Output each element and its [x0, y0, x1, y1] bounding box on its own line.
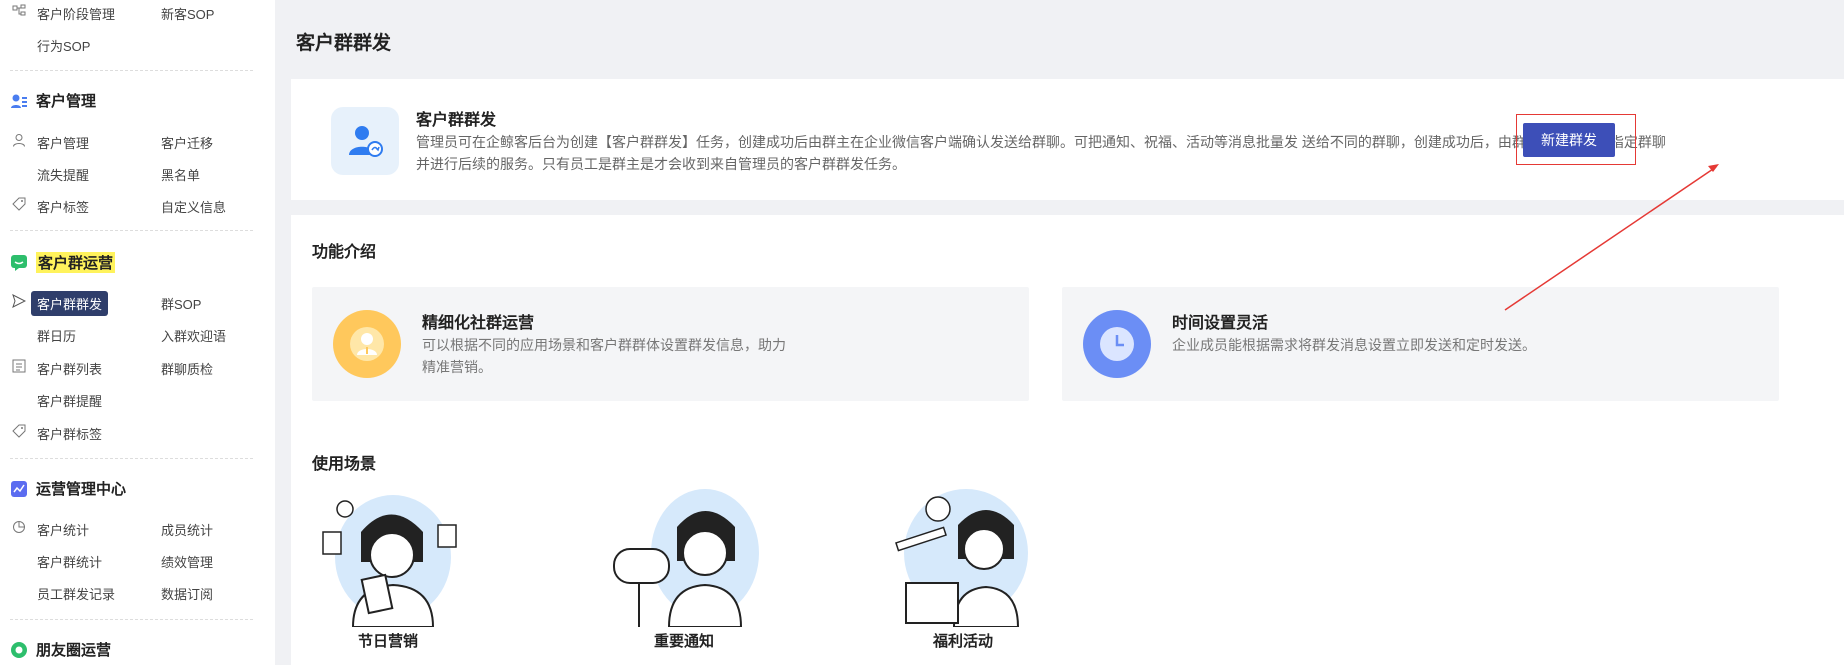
nav-data-subscription[interactable]: 数据订阅 [161, 584, 213, 603]
detail-card: 功能介绍 精细化社群运营 可以根据不同的应用场景和客户群群体设置群发信息，助力精… [291, 215, 1844, 665]
nav-churn-reminder[interactable]: 流失提醒 [37, 165, 89, 184]
intro-title: 客户群群发 [416, 112, 497, 129]
users-icon [11, 94, 27, 108]
new-broadcast-button[interactable]: 新建群发 [1523, 123, 1615, 157]
benefits-illustration [895, 489, 1028, 628]
nav-group-calendar[interactable]: 群日历 [37, 326, 76, 345]
chat-icon [11, 254, 27, 271]
nav-group-stats[interactable]: 客户群统计 [37, 552, 102, 571]
nav-group-quality[interactable]: 群聊质检 [161, 359, 213, 378]
scenario-label: 福利活动 [932, 633, 993, 650]
section-title: 客户管理 [36, 93, 97, 110]
nav-member-stats[interactable]: 成员统计 [161, 520, 213, 539]
section-title: 朋友圈运营 [36, 642, 112, 659]
intro-description: 管理员可在企鲸客后台为创建【客户群群发】任务，创建成功后由群主在企业微信客户端确… [416, 134, 1666, 172]
scenario-label: 节日营销 [357, 633, 418, 650]
nav-group-tags[interactable]: 客户群标签 [37, 424, 102, 443]
features-title: 功能介绍 [312, 244, 377, 261]
moments-icon [11, 641, 27, 658]
nav-performance[interactable]: 绩效管理 [161, 552, 213, 571]
nav-customer-tags[interactable]: 客户标签 [37, 197, 89, 216]
intro-card: 客户群群发 管理员可在企鲸客后台为创建【客户群群发】任务，创建成功后由群主在企业… [291, 79, 1844, 200]
feature-description: 可以根据不同的应用场景和客户群群体设置群发信息，助力精准营销。 [422, 337, 786, 375]
nav-group-reminder[interactable]: 客户群提醒 [37, 391, 102, 410]
nav-new-customer-sop[interactable]: 新客SOP [161, 4, 214, 23]
nav-custom-info[interactable]: 自定义信息 [161, 197, 226, 216]
section-customer-management[interactable]: 客户管理 [10, 90, 96, 111]
sidebar: 客户阶段管理 新客SOP 行为SOP 客户管理 客户管理 客户迁移 流失提醒 黑… [0, 0, 275, 665]
section-ops-center[interactable]: 运营管理中心 [10, 478, 126, 499]
section-moments[interactable]: 朋友圈运营 [10, 639, 111, 660]
holiday-illustration [322, 495, 457, 628]
scenario-notice[interactable]: 重要通知 [609, 487, 759, 651]
feature-card-timing: 时间设置灵活 企业成员能根据需求将群发消息设置立即发送和定时发送。 [1062, 287, 1779, 401]
nav-welcome-message[interactable]: 入群欢迎语 [161, 326, 226, 345]
tag-icon [12, 197, 26, 211]
clock-icon [1083, 310, 1151, 378]
chart-icon [11, 480, 27, 497]
list-icon [12, 359, 26, 373]
feature-card-community: 精细化社群运营 可以根据不同的应用场景和客户群群体设置群发信息，助力精准营销。 [312, 287, 1029, 401]
person-icon [13, 134, 25, 147]
send-icon [12, 294, 26, 308]
scenario-holiday[interactable]: 节日营销 [313, 487, 463, 651]
person-badge-icon [333, 310, 401, 378]
nav-blacklist[interactable]: 黑名单 [161, 165, 200, 184]
scenarios-title: 使用场景 [312, 456, 377, 473]
nav-group-broadcast[interactable]: 客户群群发 [31, 291, 109, 316]
page-title: 客户群群发 [296, 33, 392, 54]
nav-customer-stage[interactable]: 客户阶段管理 [37, 4, 115, 23]
nav-broadcast-records[interactable]: 员工群发记录 [37, 584, 115, 603]
tag-icon [12, 424, 26, 438]
section-title: 客户群运营 [36, 252, 116, 273]
section-title: 运营管理中心 [36, 481, 127, 498]
nav-behavior-sop[interactable]: 行为SOP [37, 36, 90, 55]
feature-title: 时间设置灵活 [1172, 315, 1269, 332]
group-broadcast-icon [331, 107, 399, 175]
feature-description: 企业成员能根据需求将群发消息设置立即发送和定时发送。 [1172, 337, 1536, 353]
notice-illustration [613, 489, 759, 628]
nav-group-list[interactable]: 客户群列表 [37, 359, 102, 378]
scenario-benefits[interactable]: 福利活动 [888, 487, 1038, 651]
nav-customer-migration[interactable]: 客户迁移 [161, 133, 213, 152]
scenario-label: 重要通知 [653, 633, 714, 650]
nav-customer-stats[interactable]: 客户统计 [37, 520, 89, 539]
feature-title: 精细化社群运营 [422, 315, 535, 332]
flow-icon [12, 4, 26, 16]
main-content: 客户群群发 客户群群发 管理员可在企鲸客后台为创建【客户群群发】任务，创建成功后… [275, 0, 1844, 665]
nav-group-sop[interactable]: 群SOP [161, 294, 201, 313]
section-group-operations[interactable]: 客户群运营 [10, 252, 116, 273]
pie-icon [13, 521, 25, 533]
nav-customer-management[interactable]: 客户管理 [37, 133, 89, 152]
